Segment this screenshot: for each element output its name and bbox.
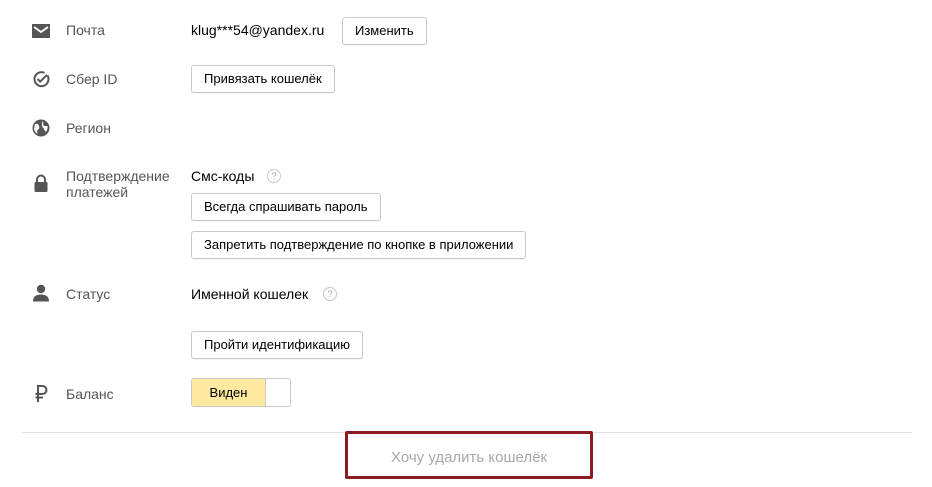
sber-check-icon [31,69,51,89]
status-value: Именной кошелек [191,286,309,302]
person-icon [31,283,51,303]
sms-help-icon[interactable]: ? [267,169,281,183]
status-label: Статус [66,286,111,302]
lock-icon [31,173,51,193]
region-label: Регион [66,120,111,136]
email-label: Почта [66,22,105,38]
mail-icon [31,21,51,41]
status-help-icon[interactable]: ? [323,287,337,301]
always-ask-password-button[interactable]: Всегда спрашивать пароль [191,193,381,221]
payment-confirmation-label-line1: Подтверждение [66,168,170,184]
sber-id-label: Сбер ID [66,71,118,87]
payment-confirmation-value: Смс-коды [191,168,255,184]
payment-confirmation-label-line2: платежей [66,184,129,200]
email-value: klug***54@yandex.ru [191,22,325,38]
balance-label: Баланс [66,386,114,402]
forbid-app-confirmation-button[interactable]: Запретить подтверждение по кнопке в прил… [191,231,527,259]
globe-icon [31,118,51,138]
ruble-icon [31,384,51,404]
change-email-button[interactable]: Изменить [342,17,427,45]
balance-visibility-toggle[interactable]: Виден [191,378,291,407]
balance-toggle-knob[interactable] [265,379,290,406]
balance-visible-option[interactable]: Виден [192,379,265,406]
link-wallet-button[interactable]: Привязать кошелёк [191,65,335,93]
identification-button[interactable]: Пройти идентификацию [191,331,363,359]
delete-wallet-link[interactable]: Хочу удалить кошелёк [348,434,590,476]
